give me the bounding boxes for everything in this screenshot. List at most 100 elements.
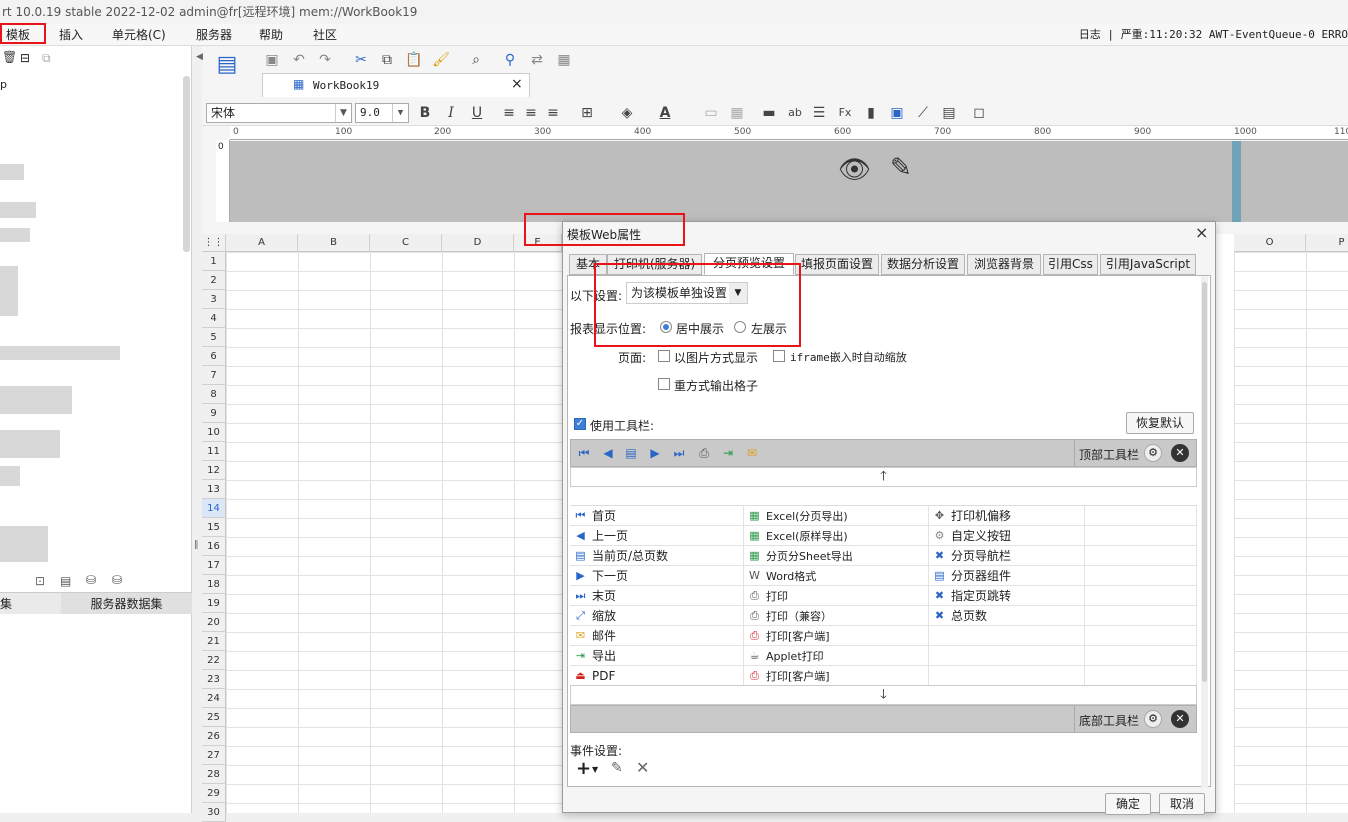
menu-cell[interactable]: 单元格(C) [112,24,166,46]
mail-icon[interactable]: ✉ [743,445,761,461]
tab-printer-server[interactable]: 打印机(服务器) [607,254,702,275]
filter-icon[interactable]: ⚲ [501,51,519,69]
available-button-item[interactable]: ⏭ 末页 [570,586,744,606]
export-icon[interactable]: ⇥ [719,445,737,461]
row-header[interactable]: 26 [202,727,226,746]
paste-icon[interactable]: 📋 [405,51,423,69]
tab-template-dataset[interactable]: 集 [0,592,61,614]
menu-template[interactable]: 模板 [6,24,30,46]
italic-icon[interactable]: I [442,104,460,122]
row-header[interactable]: 25 [202,708,226,727]
splitter-handle[interactable]: ‖ [194,540,199,550]
row-header[interactable]: 21 [202,632,226,651]
slash-icon[interactable]: ⟋ [914,104,932,122]
row-header[interactable]: 5 [202,328,226,347]
align-right-icon[interactable]: ≡ [544,104,562,122]
row-header[interactable]: 23 [202,670,226,689]
copy-icon[interactable]: ⧉ [42,51,51,66]
collapse-left-icon[interactable]: ◀ [196,52,203,62]
move-up-arrow-icon[interactable]: 🡑 [570,467,1197,487]
paragraph-icon[interactable]: ☰ [810,104,828,122]
preview-icon[interactable]: ⊡ [35,574,45,588]
row-header[interactable]: 4 [202,309,226,328]
row-header[interactable]: 28 [202,765,226,784]
font-size-select[interactable]: 9.0 ▼ [355,103,409,123]
available-button-item[interactable]: ⇥ 导出 [570,646,744,666]
bottom-toolbar-remove-icon[interactable]: ✕ [1171,710,1189,728]
merge-icon[interactable]: ▭ [702,104,720,122]
row-header[interactable]: 2 [202,271,226,290]
swap-icon[interactable]: ⇄ [528,51,546,69]
hide-eye-icon[interactable]: 👁 [838,155,871,185]
restore-default-button[interactable]: 恢复默认 [1126,412,1194,434]
format-brush-icon[interactable]: 🖌 [432,51,450,69]
row-header[interactable]: 18 [202,575,226,594]
available-button-item[interactable]: ✖ 指定页跳转 [929,586,1085,606]
row-header[interactable]: 9 [202,404,226,423]
column-header[interactable]: E [514,234,562,252]
cell-area-right[interactable] [1234,252,1348,813]
page-count-icon[interactable]: ▤ [622,445,640,461]
tab-server-dataset[interactable]: 服务器数据集 [61,592,192,614]
checkbox-grid-output[interactable] [658,378,670,390]
column-header[interactable]: C [370,234,442,252]
available-button-item[interactable]: ⎙ 打印[客户端] [744,666,929,686]
checkbox-use-toolbar[interactable]: ✓ [574,418,586,430]
delete-icon[interactable]: 🗑 [2,50,17,64]
available-button-item[interactable]: ⏏ PDF [570,666,744,686]
tab-browser-background[interactable]: 浏览器背景 [967,254,1041,275]
dialog-scrollbar-thumb[interactable] [1202,282,1207,682]
template-icon[interactable]: ▤ [214,52,240,92]
available-button-item[interactable]: ▤ 分页器组件 [929,566,1085,586]
text-field-icon[interactable]: ▬ [760,104,778,122]
copy-icon[interactable]: ⧉ [378,51,396,69]
first-page-icon[interactable]: ⏮ [575,445,593,461]
tab-fill-page[interactable]: 填报页面设置 [795,254,879,275]
radio-center[interactable] [660,321,672,333]
column-header[interactable]: B [298,234,370,252]
row-header[interactable]: 20 [202,613,226,632]
available-button-item[interactable]: ☕ Applet打印 [744,646,929,666]
tab-ref-javascript[interactable]: 引用JavaScript [1100,254,1196,275]
available-button-item[interactable]: ✖ 分页导航栏 [929,546,1085,566]
bold-icon[interactable]: B [416,104,434,122]
select-all-corner[interactable]: ⋮⋮ [202,234,226,252]
row-header[interactable]: 15 [202,518,226,537]
row-header[interactable]: 19 [202,594,226,613]
prev-page-icon[interactable]: ◀ [599,445,617,461]
row-header[interactable]: 17 [202,556,226,575]
setting-select[interactable]: 为该模板单独设置 ▼ [626,282,748,304]
image-icon[interactable]: ▦ [555,51,573,69]
menu-insert[interactable]: 插入 [59,24,83,46]
row-header[interactable]: 22 [202,651,226,670]
available-button-item[interactable]: ✥ 打印机偏移 [929,506,1085,526]
available-button-item[interactable]: ⤢ 缩放 [570,606,744,626]
row-header[interactable]: 14 [202,499,226,518]
document-tab[interactable]: ▦ WorkBook19 × [262,73,530,97]
row-header[interactable]: 13 [202,480,226,499]
font-family-select[interactable]: 宋体 ▼ [206,103,352,123]
row-header[interactable]: 24 [202,689,226,708]
chevron-down-icon[interactable]: ▼ [592,765,598,774]
widget-icon[interactable]: ◻ [970,104,988,122]
row-header[interactable]: 7 [202,366,226,385]
bottom-toolbar-settings-icon[interactable]: ⚙ [1144,710,1162,728]
row-header[interactable]: 16 [202,537,226,556]
align-center-icon[interactable]: ≡ [522,104,540,122]
dialog-scrollbar[interactable] [1201,276,1208,788]
menu-server[interactable]: 服务器 [196,24,232,46]
available-button-item[interactable]: ▦ Excel(原样导出) [744,526,929,546]
top-toolbar-settings-icon[interactable]: ⚙ [1144,444,1162,462]
available-button-item[interactable]: ▦ Excel(分页导出) [744,506,929,526]
available-button-item[interactable]: ✉ 邮件 [570,626,744,646]
tab-basic[interactable]: 基本 [569,254,607,275]
column-header[interactable]: P [1306,234,1348,252]
available-button-item[interactable]: ⎙ 打印[客户端] [744,626,929,646]
trash-icon[interactable]: ⊟ [20,51,30,65]
row-header[interactable]: 3 [202,290,226,309]
cell-area[interactable] [226,252,564,813]
checkbox-iframe-zoom[interactable] [773,350,785,362]
undo-icon[interactable]: ↶ [290,51,308,69]
available-button-item[interactable]: ▤ 当前页/总页数 [570,546,744,566]
available-button-item[interactable]: ◀ 上一页 [570,526,744,546]
